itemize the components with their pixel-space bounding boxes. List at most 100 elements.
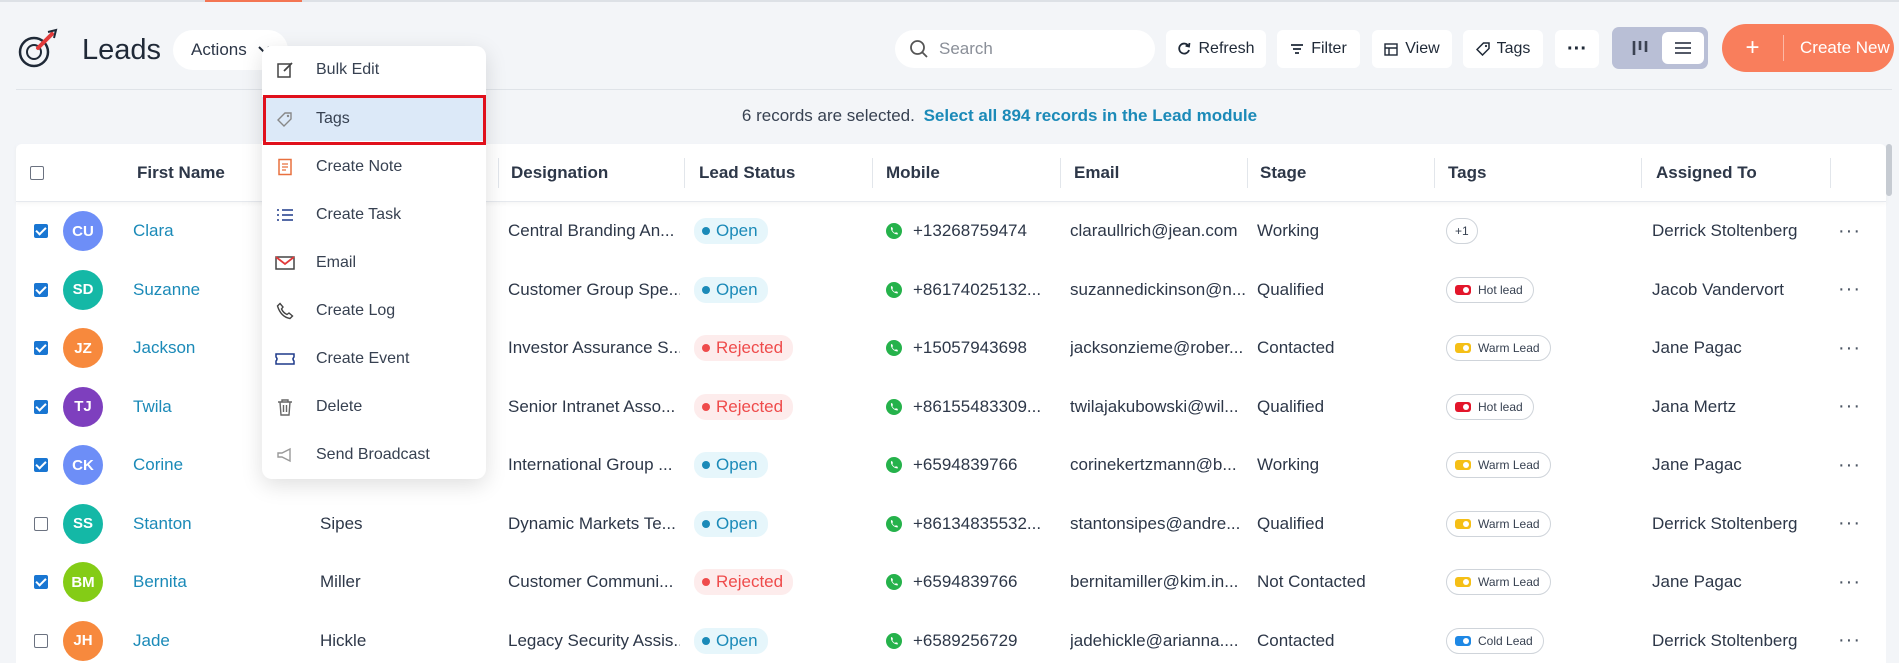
view-toggle[interactable] bbox=[1612, 27, 1708, 69]
whatsapp-icon[interactable] bbox=[885, 515, 903, 533]
table-row[interactable]: SS Stanton Sipes Dynamic Markets Te... Open +… bbox=[16, 495, 1886, 553]
row-more-icon[interactable]: ··· bbox=[1838, 436, 1861, 494]
row-checkbox[interactable] bbox=[26, 612, 56, 663]
column-header-stage[interactable]: Stage bbox=[1260, 144, 1306, 202]
email-cell[interactable]: twilajakubowski@wil... bbox=[1070, 378, 1246, 436]
email-cell[interactable]: suzannedickinson@n... bbox=[1070, 261, 1246, 319]
select-all-link[interactable]: Select all 894 records in the Lead modul… bbox=[924, 106, 1258, 125]
checkbox[interactable] bbox=[34, 575, 48, 589]
row-checkbox[interactable] bbox=[26, 378, 56, 436]
row-more-icon[interactable]: ··· bbox=[1838, 319, 1861, 377]
checkbox[interactable] bbox=[34, 516, 48, 531]
email-cell[interactable]: bernitamiller@kim.in... bbox=[1070, 553, 1246, 611]
checkbox[interactable] bbox=[30, 166, 44, 180]
tag-chip[interactable]: Warm Lead bbox=[1446, 569, 1551, 595]
mobile-cell[interactable]: +6594839766 bbox=[885, 436, 1055, 494]
list-view-button[interactable] bbox=[1662, 32, 1704, 64]
more-horizontal-icon: ··· bbox=[1567, 37, 1587, 60]
more-options-button[interactable]: ··· bbox=[1555, 30, 1599, 68]
status-label: Open bbox=[716, 279, 758, 299]
table-row[interactable]: BM Bernita Miller Customer Communi... Reject… bbox=[16, 553, 1886, 611]
menu-item-create-task[interactable]: Create Task bbox=[262, 193, 486, 237]
mobile-cell[interactable]: +13268759474 bbox=[885, 202, 1055, 260]
row-checkbox[interactable] bbox=[26, 495, 56, 553]
table-row[interactable]: JH Jade Hickle Legacy Security Assis... Open… bbox=[16, 612, 1886, 663]
view-button[interactable]: View bbox=[1372, 30, 1452, 68]
first-name-link[interactable]: Stanton bbox=[133, 495, 313, 553]
email-cell[interactable]: claraullrich@jean.com bbox=[1070, 202, 1246, 260]
tag-more-chip[interactable]: +1 bbox=[1446, 218, 1478, 244]
row-more-icon[interactable]: ··· bbox=[1838, 202, 1861, 260]
lead-status-cell: Open bbox=[694, 612, 864, 663]
mobile-cell[interactable]: +6589256729 bbox=[885, 612, 1055, 663]
whatsapp-icon[interactable] bbox=[885, 222, 903, 240]
checkbox[interactable] bbox=[34, 224, 48, 238]
column-header-tags[interactable]: Tags bbox=[1448, 144, 1486, 202]
row-more-icon[interactable]: ··· bbox=[1838, 261, 1861, 319]
row-checkbox[interactable] bbox=[26, 553, 56, 611]
row-checkbox[interactable] bbox=[26, 261, 56, 319]
column-header-email[interactable]: Email bbox=[1074, 144, 1119, 202]
menu-item-create-event[interactable]: Create Event bbox=[262, 337, 486, 381]
mobile-cell[interactable]: +86155483309... bbox=[885, 378, 1055, 436]
row-more-icon[interactable]: ··· bbox=[1838, 378, 1861, 436]
mobile-cell[interactable]: +86134835532... bbox=[885, 495, 1055, 553]
menu-item-delete[interactable]: Delete bbox=[262, 385, 486, 429]
row-more-icon[interactable]: ··· bbox=[1838, 553, 1861, 611]
tag-chip[interactable]: Cold Lead bbox=[1446, 627, 1544, 654]
whatsapp-icon[interactable] bbox=[885, 456, 903, 474]
checkbox[interactable] bbox=[34, 341, 48, 355]
first-name-link[interactable]: Jade bbox=[133, 612, 313, 663]
column-header-assigned-to[interactable]: Assigned To bbox=[1656, 144, 1757, 202]
column-header-designation[interactable]: Designation bbox=[511, 144, 608, 202]
row-checkbox[interactable] bbox=[26, 436, 56, 494]
email-cell[interactable]: corinekertzmann@b... bbox=[1070, 436, 1246, 494]
checkbox[interactable] bbox=[34, 399, 48, 414]
row-checkbox[interactable] bbox=[26, 202, 56, 260]
search-input[interactable] bbox=[939, 39, 1139, 59]
email-cell[interactable]: jadehickle@arianna.... bbox=[1070, 612, 1246, 663]
email-cell[interactable]: stantonsipes@andre... bbox=[1070, 495, 1246, 553]
whatsapp-icon[interactable] bbox=[885, 281, 903, 299]
mobile-cell[interactable]: +6594839766 bbox=[885, 553, 1055, 611]
create-new-button[interactable]: + Create New bbox=[1722, 24, 1894, 72]
tags-cell: Hot lead bbox=[1446, 261, 1636, 319]
status-badge: Open bbox=[694, 510, 768, 537]
column-header-mobile[interactable]: Mobile bbox=[886, 144, 940, 202]
table-scrollbar[interactable] bbox=[1886, 144, 1892, 196]
tag-chip[interactable]: Warm Lead bbox=[1446, 335, 1551, 361]
search-box[interactable] bbox=[895, 30, 1155, 68]
row-more-icon[interactable]: ··· bbox=[1838, 612, 1861, 663]
menu-item-email[interactable]: Email bbox=[262, 241, 486, 285]
checkbox[interactable] bbox=[34, 633, 48, 648]
tag-chip[interactable]: Warm Lead bbox=[1446, 452, 1551, 478]
column-header-lead-status[interactable]: Lead Status bbox=[699, 144, 795, 202]
tags-button[interactable]: Tags bbox=[1463, 30, 1543, 68]
whatsapp-icon[interactable] bbox=[885, 339, 903, 357]
first-name-link[interactable]: Bernita bbox=[133, 553, 313, 611]
tag-chip[interactable]: Hot lead bbox=[1446, 276, 1534, 303]
column-header-first-name[interactable]: First Name bbox=[137, 144, 225, 202]
mobile-cell[interactable]: +86174025132... bbox=[885, 261, 1055, 319]
row-more-icon[interactable]: ··· bbox=[1838, 495, 1861, 553]
tag-chip[interactable]: Warm Lead bbox=[1446, 510, 1551, 537]
mobile-cell[interactable]: +15057943698 bbox=[885, 319, 1055, 377]
refresh-button[interactable]: Refresh bbox=[1166, 30, 1266, 68]
whatsapp-icon[interactable] bbox=[885, 573, 903, 591]
tag-swatch bbox=[1455, 460, 1471, 470]
whatsapp-icon[interactable] bbox=[885, 398, 903, 416]
row-checkbox[interactable] bbox=[26, 319, 56, 377]
checkbox[interactable] bbox=[34, 282, 48, 297]
menu-item-send-broadcast[interactable]: Send Broadcast bbox=[262, 433, 486, 477]
whatsapp-icon[interactable] bbox=[885, 632, 903, 650]
email-cell[interactable]: jacksonzieme@rober... bbox=[1070, 319, 1246, 377]
filter-button[interactable]: Filter bbox=[1277, 30, 1360, 68]
menu-item-create-note[interactable]: Create Note bbox=[262, 145, 486, 189]
menu-item-bulk-edit[interactable]: Bulk Edit bbox=[262, 48, 486, 92]
stage-cell: Qualified bbox=[1257, 513, 1325, 533]
checkbox[interactable] bbox=[34, 458, 48, 472]
select-all-checkbox[interactable] bbox=[30, 144, 44, 202]
menu-item-create-log[interactable]: Create Log bbox=[262, 289, 486, 333]
tag-chip[interactable]: Hot lead bbox=[1446, 393, 1534, 420]
kanban-view-button[interactable] bbox=[1620, 32, 1660, 64]
